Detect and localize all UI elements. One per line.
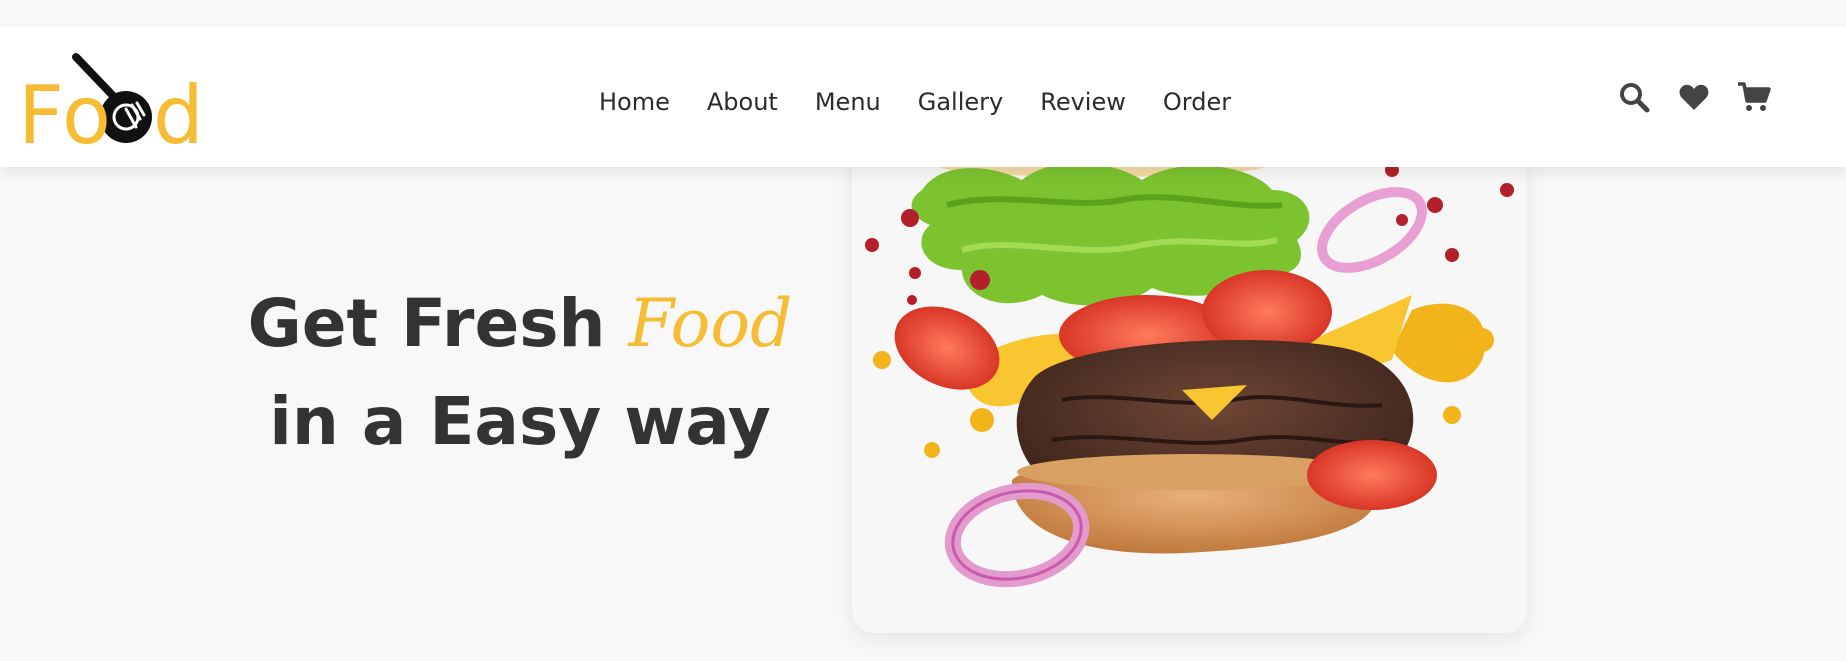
spoon-fork-icon: F o d [18, 53, 204, 162]
nav-home[interactable]: Home [599, 88, 670, 116]
hero-image-card [852, 120, 1527, 633]
svg-text:F: F [18, 69, 64, 162]
search-icon[interactable] [1617, 80, 1651, 114]
svg-text:d: d [153, 69, 204, 162]
brand-logo[interactable]: F o d [18, 45, 208, 165]
nav-about[interactable]: About [707, 88, 778, 116]
hero-line1-prefix: Get Fresh [247, 285, 629, 362]
site-header: F o d Home About Menu Gallery Review Ord… [0, 27, 1846, 167]
flying-burger-image [865, 127, 1514, 588]
nav-gallery[interactable]: Gallery [918, 88, 1003, 116]
header-icons [1617, 77, 1797, 117]
nav-order[interactable]: Order [1163, 88, 1231, 116]
hero-line2: in a Easy way [269, 383, 771, 460]
hero-line1-accent: Food [628, 285, 793, 362]
main-nav: Home About Menu Gallery Review Order [599, 82, 1268, 122]
cart-icon[interactable] [1737, 80, 1771, 114]
nav-menu[interactable]: Menu [815, 88, 881, 116]
heart-icon[interactable] [1677, 80, 1711, 114]
svg-text:o: o [62, 69, 111, 162]
nav-review[interactable]: Review [1040, 88, 1126, 116]
hero-title: Get Fresh Food in a Easy way [220, 275, 820, 471]
